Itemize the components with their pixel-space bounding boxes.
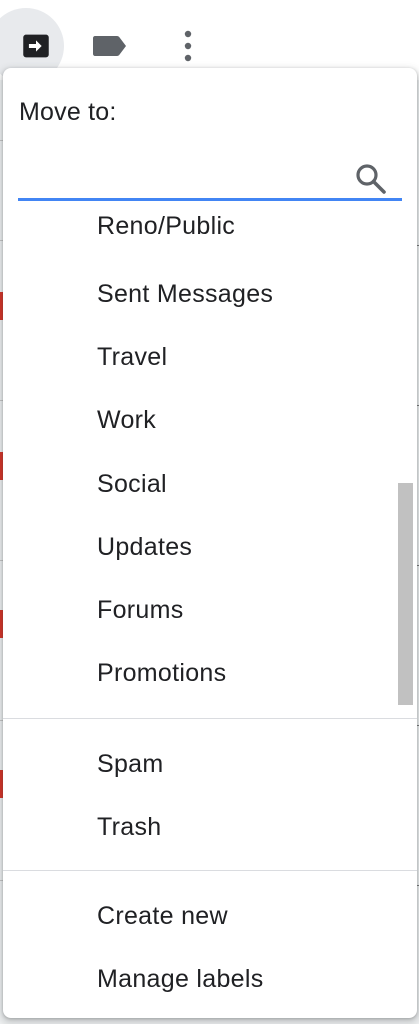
folder-item[interactable]: Social xyxy=(97,464,167,504)
folder-item[interactable]: Sent Messages xyxy=(97,274,273,314)
folder-item[interactable]: Reno/Public xyxy=(97,216,235,246)
more-vert-icon xyxy=(184,30,192,62)
folder-item[interactable]: Work xyxy=(97,400,156,440)
folder-item[interactable]: Forums xyxy=(97,590,184,630)
create-new-label-button[interactable]: Create new xyxy=(97,896,228,936)
search-icon[interactable] xyxy=(354,162,388,196)
search-input[interactable] xyxy=(18,158,342,198)
trash-item[interactable]: Trash xyxy=(97,807,161,847)
list-scrollbar[interactable] xyxy=(398,483,413,705)
folder-item[interactable]: Promotions xyxy=(97,653,226,693)
menu-divider xyxy=(3,718,417,719)
menu-title: Move to: xyxy=(19,98,117,126)
folder-item[interactable]: Updates xyxy=(97,527,192,567)
move-to-menu: Move to: Reno/Public Sent Messages Trave… xyxy=(3,68,417,1018)
folder-item[interactable]: Travel xyxy=(97,337,167,377)
search-field[interactable] xyxy=(18,158,402,201)
spam-item[interactable]: Spam xyxy=(97,744,164,784)
move-to-icon xyxy=(23,34,49,58)
label-icon xyxy=(93,36,126,56)
menu-divider xyxy=(3,870,417,871)
folder-list[interactable]: Reno/Public Sent Messages Travel Work So… xyxy=(3,216,417,716)
app-root: Move to: Reno/Public Sent Messages Trave… xyxy=(0,0,419,1024)
manage-labels-button[interactable]: Manage labels xyxy=(97,959,264,999)
